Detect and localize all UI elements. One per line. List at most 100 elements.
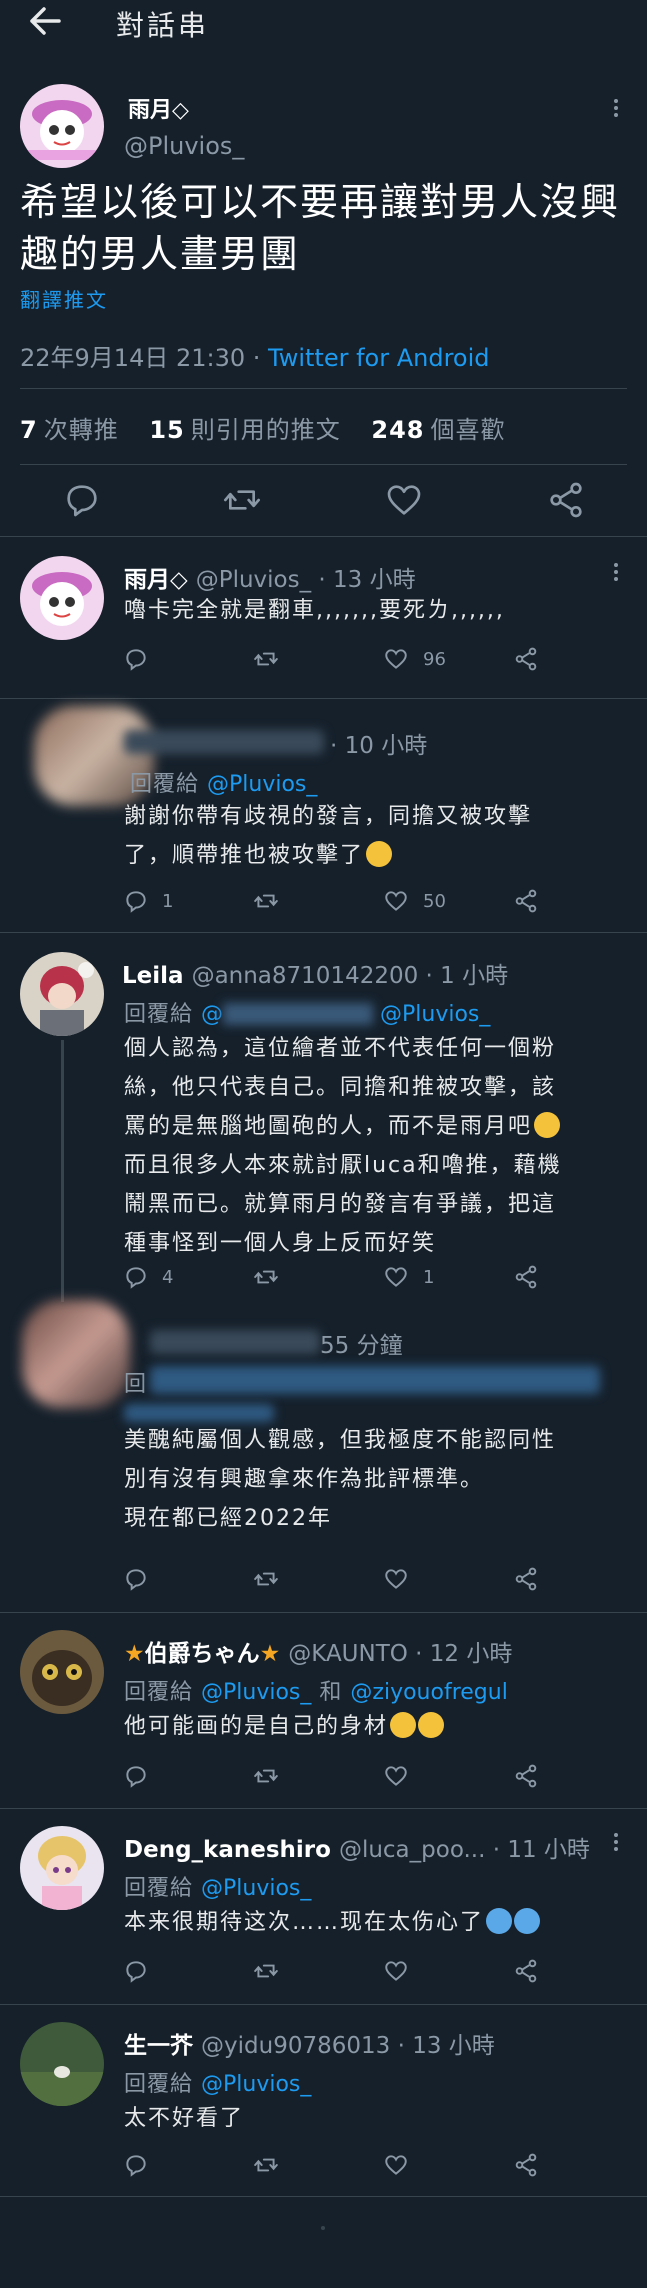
share-icon[interactable] — [513, 1264, 539, 1290]
reply-text-line: 絲，他只代表自己。同擔和推被攻擊，該 — [124, 1075, 557, 1100]
top-bar: 對話串 — [0, 0, 647, 44]
retweet-icon[interactable] — [253, 1958, 279, 1984]
smiling-halo-emoji-icon — [366, 841, 393, 867]
reply-text-line: 太不好看了 — [124, 2106, 245, 2131]
retweet-icon[interactable] — [253, 2152, 279, 2178]
like-icon[interactable] — [383, 888, 409, 914]
reply-icon[interactable] — [123, 1958, 149, 1984]
reply-text-line: 了，順帶推也被攻擊了 — [124, 836, 532, 875]
share-icon[interactable] — [513, 1763, 539, 1789]
retweet-count[interactable]: 7 次轉推 — [20, 416, 141, 444]
divider — [0, 932, 647, 933]
share-icon[interactable] — [546, 480, 586, 520]
author-name[interactable]: 雨月◇ — [128, 92, 189, 124]
tweet-text: 希望以後可以不要再讓對男人沒興 趣的男人畫男團 — [20, 176, 620, 280]
reply-icon[interactable] — [123, 1264, 149, 1290]
star-icon: ★ — [124, 1641, 145, 1667]
like-count: 50 — [423, 891, 446, 912]
retweet-icon[interactable] — [253, 888, 279, 914]
author-name[interactable]: ★伯爵ちゃん★ @KAUNTO · 12 小時 — [124, 1634, 512, 1668]
author-handle[interactable]: @Pluvios_ — [124, 132, 244, 160]
share-icon[interactable] — [513, 888, 539, 914]
timestamp: 22年9月14日 21:30 · — [20, 344, 269, 372]
reply-icon[interactable] — [123, 1763, 149, 1789]
retweet-icon[interactable] — [222, 480, 262, 520]
retweet-icon[interactable] — [253, 1566, 279, 1592]
reply-text: 他可能画的是自己的身材 — [124, 1707, 445, 1746]
like-count: 1 — [423, 1267, 435, 1288]
loudly-crying-emoji-icon — [486, 1908, 513, 1934]
like-count[interactable]: 248 個喜歡 — [371, 416, 505, 444]
reply-text: 嚕卡完全就是翻車,,,,,,,要死ㄌ,,,,,, — [124, 591, 505, 630]
reply-icon[interactable] — [123, 2152, 149, 2178]
avatar[interactable] — [20, 952, 104, 1036]
share-icon[interactable] — [513, 646, 539, 672]
redacted-name — [124, 730, 324, 754]
retweet-icon[interactable] — [253, 1264, 279, 1290]
like-icon[interactable] — [383, 1958, 409, 1984]
loudly-crying-emoji-icon — [514, 1908, 541, 1934]
like-icon[interactable] — [384, 480, 424, 520]
like-icon[interactable] — [383, 646, 409, 672]
like-icon[interactable] — [383, 1264, 409, 1290]
downcast-sweat-emoji-icon — [390, 1712, 417, 1738]
like-icon[interactable] — [383, 1566, 409, 1592]
retweet-icon[interactable] — [253, 646, 279, 672]
mention-link[interactable]: @Pluvios_ — [201, 1680, 311, 1705]
reply-icon[interactable] — [123, 1566, 149, 1592]
divider — [20, 388, 627, 389]
reply-icon[interactable] — [123, 888, 149, 914]
share-icon[interactable] — [513, 2152, 539, 2178]
author-name[interactable]: 生一芥 @yidu90786013 · 13 小時 — [124, 2026, 495, 2060]
translate-link[interactable]: 翻譯推文 — [20, 284, 108, 313]
reply-icon[interactable] — [123, 646, 149, 672]
divider — [0, 1808, 647, 1809]
reply-text-line: 現在都已經2022年 — [124, 1506, 332, 1531]
back-arrow-icon[interactable] — [28, 6, 62, 36]
reply-text-line: 罵的是無腦地圖砲的人，而不是雨月吧 — [124, 1107, 562, 1146]
author-name[interactable]: 雨月◇ @Pluvios_ · 13 小時 — [124, 560, 416, 594]
reply-text-line: 嚕卡完全就是翻車,,,,,,,要死ㄌ,,,,,, — [124, 598, 505, 623]
like-icon[interactable] — [383, 1763, 409, 1789]
avatar[interactable] — [20, 84, 104, 168]
reply-count: 4 — [162, 1267, 174, 1288]
reply-text-line: 本来很期待这次……现在太伤心了 — [124, 1903, 541, 1942]
page-title: 對話串 — [116, 9, 210, 42]
redacted-mentions — [150, 1366, 600, 1394]
mention-link[interactable]: @ @Pluvios_ — [201, 1002, 490, 1027]
avatar[interactable] — [20, 1826, 104, 1910]
reply-to: 回 — [124, 1372, 148, 1397]
reply-text: 本来很期待这次……现在太伤心了 — [124, 1903, 541, 1942]
author-name[interactable]: 55 分鐘 — [320, 1326, 403, 1360]
avatar[interactable] — [20, 556, 104, 640]
divider — [0, 536, 647, 537]
quote-count[interactable]: 15 則引用的推文 — [149, 416, 362, 444]
reply-text-line: 而且很多人本來就討厭luca和嚕推，藉機 — [124, 1153, 562, 1178]
star-icon: ★ — [259, 1641, 281, 1667]
redacted-mentions — [124, 1404, 274, 1422]
share-icon[interactable] — [513, 1958, 539, 1984]
thread-line — [61, 1040, 64, 1302]
reply-icon[interactable] — [62, 480, 102, 520]
retweet-icon[interactable] — [253, 1763, 279, 1789]
like-icon[interactable] — [383, 2152, 409, 2178]
avatar[interactable] — [20, 2022, 104, 2106]
divider — [0, 2196, 647, 2197]
tweet-stats: 7 次轉推 15 則引用的推文 248 個喜歡 — [20, 410, 506, 445]
more-icon[interactable] — [610, 96, 622, 120]
thinking-face-emoji-icon — [534, 1112, 561, 1138]
author-name[interactable]: · 10 小時 — [330, 726, 427, 760]
reply-text-line: 個人認為，這位繪者並不代表任何一個粉 — [124, 1036, 557, 1061]
avatar[interactable] — [20, 1630, 104, 1714]
avatar[interactable] — [22, 1300, 130, 1408]
more-icon[interactable] — [610, 1830, 622, 1854]
mention-link[interactable]: @Pluvios_ — [201, 1876, 311, 1901]
mention-link[interactable]: @ziyouofregul — [350, 1680, 507, 1705]
author-name[interactable]: Deng_kaneshiro @luca_poo... · 11 小時 — [124, 1830, 590, 1864]
mention-link[interactable]: @Pluvios_ — [207, 772, 317, 797]
share-icon[interactable] — [513, 1566, 539, 1592]
source-link[interactable]: Twitter for Android — [268, 344, 489, 372]
more-icon[interactable] — [610, 560, 622, 584]
author-name[interactable]: Leila @anna8710142200 · 1 小時 — [122, 956, 508, 990]
mention-link[interactable]: @Pluvios_ — [201, 2072, 311, 2097]
